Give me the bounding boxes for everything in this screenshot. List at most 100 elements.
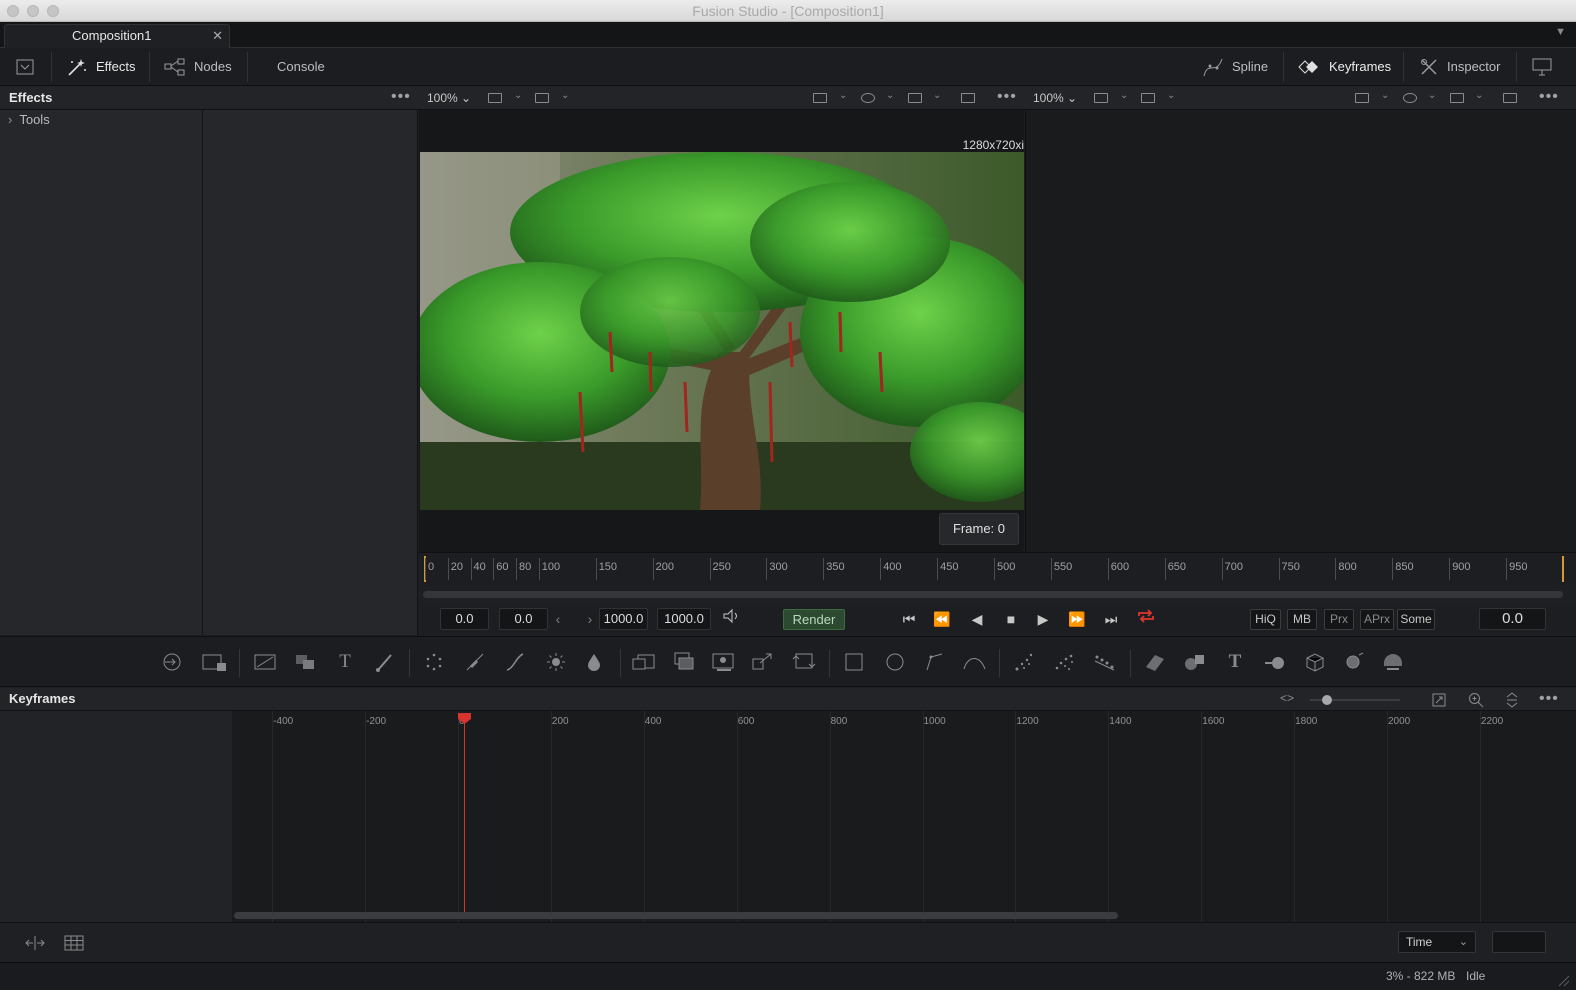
particle-style-icon[interactable]	[1092, 651, 1118, 673]
particles-tool-icon[interactable]	[423, 651, 445, 673]
shape-3d-icon[interactable]	[1183, 651, 1207, 673]
time-stretch-icon[interactable]	[24, 935, 46, 951]
right-viewer-options-icon[interactable]: •••	[1539, 86, 1559, 108]
image-plane-3d-icon[interactable]	[1143, 651, 1167, 673]
right-grid-icon[interactable]	[1450, 93, 1464, 103]
tab-menu-chevron-icon[interactable]: ▼	[1555, 26, 1566, 38]
rewind-icon[interactable]: ⏪	[932, 607, 952, 631]
ellipse-tool-icon[interactable]	[884, 651, 906, 673]
roi-icon[interactable]	[535, 93, 549, 103]
tree-item-tools[interactable]: › Tools	[8, 112, 50, 127]
particle-render-icon[interactable]	[1053, 651, 1077, 673]
close-window-button[interactable]	[7, 5, 19, 17]
display-mode-button[interactable]	[1532, 48, 1552, 86]
time-ruler[interactable]: 0 20 40 60 80 100 150 200 250 300 350 400 450 500 550 6…	[419, 552, 1576, 584]
resize-grip-icon[interactable]	[1556, 973, 1570, 987]
channel-icon[interactable]	[813, 93, 827, 103]
some-toggle[interactable]: Some	[1397, 609, 1435, 630]
render-button[interactable]: Render	[783, 609, 845, 630]
polygon-mask-icon[interactable]	[924, 651, 946, 673]
time-mode-select[interactable]: Time ⌄	[1398, 931, 1476, 953]
effects-options-icon[interactable]: •••	[391, 86, 411, 108]
matte-control-icon[interactable]	[712, 651, 736, 673]
go-to-end-icon[interactable]: ⏭	[1101, 607, 1121, 631]
right-viewer-zoom[interactable]: 100% ⌄	[1033, 86, 1077, 110]
loader-tool-icon[interactable]	[202, 651, 228, 673]
merge-3d-icon[interactable]	[1263, 651, 1287, 673]
bspline-mask-icon[interactable]	[962, 651, 988, 673]
zoom-icon[interactable]	[1468, 692, 1484, 708]
panel-divider[interactable]	[202, 110, 203, 635]
prx-toggle[interactable]: Prx	[1324, 609, 1354, 630]
text-tool-icon[interactable]: T	[334, 651, 356, 673]
spreadsheet-icon[interactable]	[64, 935, 84, 951]
background-tool-icon[interactable]	[161, 651, 183, 673]
loop-icon[interactable]	[1135, 607, 1157, 631]
playhead-line[interactable]	[464, 718, 465, 912]
current-start-field[interactable]: 0.0	[440, 608, 489, 630]
time-value-field[interactable]	[1492, 931, 1546, 953]
right-channel-icon[interactable]	[1355, 93, 1369, 103]
blur-tool-icon[interactable]	[583, 651, 605, 673]
merge-layers-icon[interactable]	[673, 651, 695, 673]
frame-icon[interactable]	[961, 93, 975, 103]
stop-icon[interactable]: ■	[1003, 607, 1019, 631]
hiq-toggle[interactable]: HiQ	[1250, 609, 1281, 630]
global-end-field[interactable]: 1000.0	[657, 608, 711, 630]
fit-vertical-icon[interactable]	[1505, 692, 1519, 708]
light-3d-icon[interactable]	[1342, 651, 1366, 673]
background-gradient-icon[interactable]	[254, 651, 276, 673]
spline-button[interactable]: Spline	[1202, 48, 1268, 86]
right-color-icon[interactable]	[1403, 93, 1417, 103]
nodes-button[interactable]: Nodes	[164, 48, 232, 86]
color-icon[interactable]	[861, 93, 875, 103]
audio-icon[interactable]	[719, 607, 743, 631]
grid-icon[interactable]	[908, 93, 922, 103]
resize-tool-icon[interactable]	[752, 651, 776, 673]
emitter-tool-icon[interactable]	[1013, 651, 1035, 673]
effects-button[interactable]: Effects	[66, 48, 136, 86]
go-to-start-icon[interactable]: ⏮	[899, 607, 919, 631]
ellipse-mask-icon[interactable]	[632, 651, 656, 673]
merge-tool-icon[interactable]	[294, 651, 316, 673]
keyframes-graph[interactable]: -400-20002004006008001000120014001600180…	[232, 711, 1576, 922]
right-lut-icon[interactable]	[1094, 93, 1108, 103]
timeline-scrollbar[interactable]	[423, 591, 1563, 598]
panel-toggle-button[interactable]	[16, 48, 34, 86]
composition-tab[interactable]: Composition1 ✕	[4, 24, 230, 48]
play-reverse-icon[interactable]: ◀	[969, 607, 985, 631]
minimize-window-button[interactable]	[27, 5, 39, 17]
render-end-field[interactable]: 1000.0	[599, 608, 648, 630]
right-roi-icon[interactable]	[1141, 93, 1155, 103]
fit-view-icon[interactable]	[1432, 693, 1446, 707]
step-back-icon[interactable]: ‹	[551, 607, 565, 631]
current-time-field[interactable]: 0.0	[1479, 608, 1546, 630]
zoom-slider-handle[interactable]	[1322, 695, 1332, 705]
mb-toggle[interactable]: MB	[1287, 609, 1317, 630]
fast-forward-icon[interactable]: ⏩	[1067, 607, 1087, 631]
step-forward-icon[interactable]: ›	[583, 607, 597, 631]
transform-tool-icon[interactable]	[792, 651, 818, 673]
left-viewer-zoom[interactable]: 100% ⌄	[427, 86, 471, 110]
lut-icon[interactable]	[488, 93, 502, 103]
inspector-button[interactable]: Inspector	[1419, 48, 1500, 86]
global-start-field[interactable]: 0.0	[499, 608, 548, 630]
camera-3d-icon[interactable]	[1303, 651, 1327, 673]
text-3d-icon[interactable]: T	[1224, 651, 1246, 673]
paint-tool-icon[interactable]	[374, 651, 396, 673]
play-icon[interactable]: ▶	[1035, 607, 1051, 631]
keyframes-button[interactable]: Keyframes	[1297, 48, 1391, 86]
keyframes-scrollbar[interactable]	[234, 912, 1118, 919]
zoom-window-button[interactable]	[47, 5, 59, 17]
console-button[interactable]: Console	[277, 48, 325, 86]
color-corrector-icon[interactable]	[464, 651, 486, 673]
fit-horizontal-icon[interactable]: <>	[1280, 691, 1294, 705]
color-curves-icon[interactable]	[504, 651, 526, 673]
right-frame-icon[interactable]	[1503, 93, 1517, 103]
close-tab-icon[interactable]: ✕	[212, 25, 223, 47]
aprx-toggle[interactable]: APrx	[1360, 609, 1394, 630]
left-viewer-options-icon[interactable]: •••	[997, 86, 1017, 108]
rectangle-mask-icon[interactable]	[843, 651, 865, 673]
right-viewer[interactable]	[1025, 110, 1576, 552]
brightness-contrast-icon[interactable]	[545, 651, 567, 673]
